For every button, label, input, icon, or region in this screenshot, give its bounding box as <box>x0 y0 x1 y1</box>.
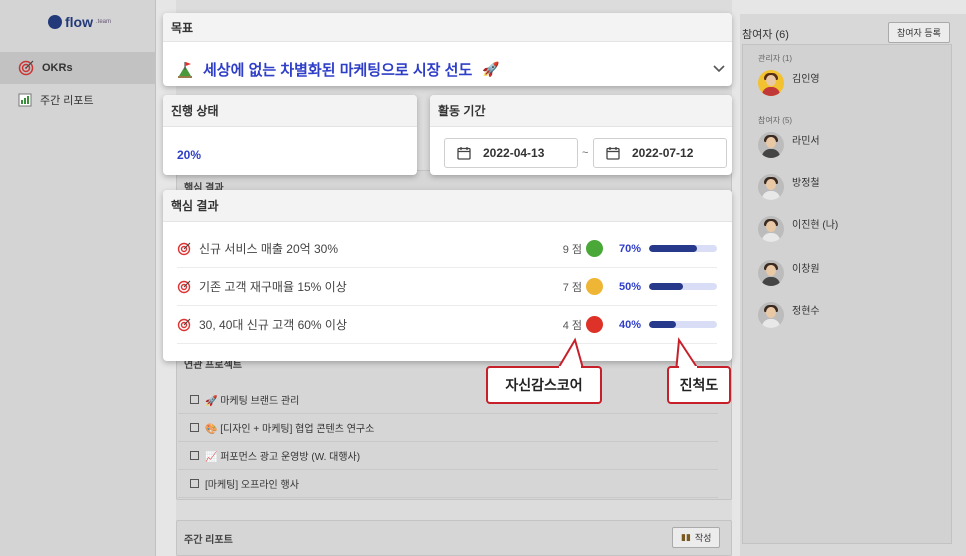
confidence-dot[interactable] <box>586 240 603 257</box>
target-icon <box>177 318 191 331</box>
key-result-percent: 50% <box>619 280 642 293</box>
progress-header: 진행 상태 <box>163 95 417 127</box>
key-result-row[interactable]: 30, 40대 신규 고객 60% 이상 4 점 40% <box>177 306 717 344</box>
member-label: 참여자 (5) <box>758 116 793 125</box>
key-result-progress-fill <box>649 321 677 328</box>
participant-item[interactable]: 방정철 <box>758 174 820 200</box>
confidence-score-callout: 자신감스코어 <box>486 366 602 404</box>
participants-title: 참여자 (6) <box>742 29 789 41</box>
target-icon <box>177 280 191 293</box>
weekly-report-panel <box>176 520 732 556</box>
checkbox-icon <box>190 423 199 432</box>
key-results-header: 핵심 결과 <box>163 190 732 222</box>
avatar <box>758 302 784 328</box>
flag-icon <box>178 61 192 78</box>
logo-mark-icon <box>48 15 62 29</box>
key-result-progress-fill <box>649 283 683 290</box>
callout-joint <box>559 366 581 370</box>
start-date-field[interactable]: 2022-04-13 <box>444 138 578 168</box>
chart-icon: ▮▮ <box>681 532 691 542</box>
weekly-report-title: 주간 리포트 <box>184 535 233 546</box>
key-result-progress-bar <box>649 321 717 328</box>
project-item[interactable]: 🎨 [디자인 + 마케팅] 협업 콘텐츠 연구소 <box>178 414 718 442</box>
calendar-icon <box>606 147 620 160</box>
rocket-icon: 🚀 <box>482 61 500 77</box>
participant-item[interactable]: 정현수 <box>758 302 820 328</box>
key-result-progress-bar <box>649 283 717 290</box>
progress-card: 진행 상태 20% <box>163 95 417 175</box>
sidebar-item-okrs[interactable]: OKRs <box>0 52 156 84</box>
date-separator: ~ <box>582 147 589 159</box>
key-result-row[interactable]: 신규 서비스 매출 20억 30% 9 점 70% <box>177 230 717 268</box>
report-icon <box>18 93 32 107</box>
period-header: 활동 기간 <box>430 95 732 127</box>
end-date-field[interactable]: 2022-07-12 <box>593 138 727 168</box>
confidence-score: 4 점 <box>562 319 582 332</box>
chevron-down-icon[interactable] <box>713 65 725 73</box>
checkbox-icon <box>190 479 199 488</box>
checkbox-icon <box>190 451 199 460</box>
avatar <box>758 260 784 286</box>
admin-label: 관리자 (1) <box>758 54 793 63</box>
write-report-button[interactable]: ▮▮ 작성 <box>672 527 721 548</box>
confidence-dot[interactable] <box>586 316 603 333</box>
project-item[interactable]: [마케팅] 오프라인 행사 <box>178 470 718 498</box>
sidebar-item-label: OKRs <box>42 62 73 74</box>
confidence-score: 9 점 <box>562 243 582 256</box>
participant-item[interactable]: 이창원 <box>758 260 820 286</box>
key-result-progress-fill <box>649 245 697 252</box>
sidebar-item-weekly-report[interactable]: 주간 리포트 <box>0 84 156 116</box>
confidence-dot[interactable] <box>586 278 603 295</box>
key-result-name: 30, 40대 신규 고객 60% 이상 <box>199 318 347 332</box>
calendar-icon <box>457 147 471 160</box>
sidebar-item-label: 주간 리포트 <box>40 95 94 107</box>
key-results-card: 핵심 결과 신규 서비스 매출 20억 30% 9 점 70% 기존 고객 재구매율 … <box>163 190 732 361</box>
key-result-name: 신규 서비스 매출 20억 30% <box>199 242 339 256</box>
register-participant-button[interactable]: 참여자 등록 <box>888 22 950 43</box>
key-result-percent: 40% <box>619 318 642 331</box>
goal-title[interactable]: 세상에 없는 차별화된 마케팅으로 시장 선도 🚀 <box>177 59 500 80</box>
participant-item[interactable]: 이진현 (나) <box>758 216 838 242</box>
key-result-progress-bar <box>649 245 717 252</box>
key-result-name: 기존 고객 재구매율 15% 이상 <box>199 280 347 294</box>
progress-percent: 20% <box>177 148 202 162</box>
goal-header: 목표 <box>163 13 732 42</box>
key-result-percent: 70% <box>619 242 642 255</box>
project-item[interactable]: 🚀 마케팅 브랜드 관리 <box>178 386 718 414</box>
goal-card: 목표 세상에 없는 차별화된 마케팅으로 시장 선도 🚀 <box>163 13 732 86</box>
key-result-row[interactable]: 기존 고객 재구매율 15% 이상 7 점 50% <box>177 268 717 306</box>
flow-logo[interactable]: flow .team <box>48 14 111 30</box>
avatar <box>758 174 784 200</box>
progress-callout: 진척도 <box>667 366 731 404</box>
participant-item[interactable]: 김인영 <box>758 70 820 96</box>
participant-item[interactable]: 라민서 <box>758 132 820 158</box>
project-item[interactable]: 📈 퍼포먼스 광고 운영방 (W. 대행사) <box>178 442 718 470</box>
sidebar: flow .team OKRs 주간 리포트 <box>0 0 156 556</box>
target-icon <box>177 242 191 255</box>
avatar <box>758 132 784 158</box>
avatar <box>758 216 784 242</box>
period-card: 활동 기간 2022-04-13 ~ 2022-07-12 <box>430 95 732 175</box>
confidence-score: 7 점 <box>562 281 582 294</box>
callout-joint <box>679 366 697 370</box>
checkbox-icon <box>190 395 199 404</box>
avatar <box>758 70 784 96</box>
target-icon <box>18 60 34 76</box>
